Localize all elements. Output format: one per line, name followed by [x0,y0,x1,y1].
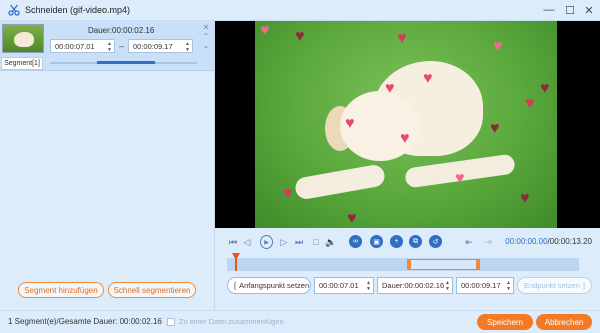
title-bar: Schneiden (gif-video.mp4) — ☐ ✕ [0,0,600,21]
copy-icon[interactable]: ⧉ [409,235,422,248]
play-icon[interactable]: ▶ [260,235,273,249]
add-icon[interactable]: + [390,235,403,248]
timeline-end-handle[interactable] [476,259,480,270]
bracket-right-icon: ] [582,281,585,290]
segment-card[interactable]: Segment[1] Dauer:00:00:02.16 00:00:07.01… [0,21,214,71]
segment-start-input[interactable]: 00:00:07.01 ▲ ▼ [50,39,115,53]
time-separator: – [119,41,125,51]
status-bar: 1 Segment(e)/Gesamte Dauer: 00:00:02.16 … [0,310,600,333]
merge-option[interactable]: Zu einer Datei zusammenfügen [167,317,284,326]
bracket-left-icon: [ [234,281,237,290]
segment-duration: Dauer:00:00:02.16 [88,26,155,35]
reset-icon[interactable]: ↺ [429,235,442,248]
volume-icon[interactable]: 🔈 [325,235,337,249]
timeline-track[interactable] [227,258,579,271]
video-frame: ♥ ♥ ♥ ♥ ♥ ♥ ♥ ♥ ♥ ♥ ♥ ♥ ♥ ♥ ♥ [255,21,557,228]
quick-segment-button[interactable]: Schnell segmentieren [108,282,196,298]
save-button[interactable]: Speichern [477,314,533,330]
chevron-up-icon[interactable]: ⌃ [201,32,211,41]
video-preview-area: ♥ ♥ ♥ ♥ ♥ ♥ ♥ ♥ ♥ ♥ ♥ ♥ ♥ ♥ ♥ [215,21,600,228]
skip-end-icon[interactable]: ⏭ [293,235,305,249]
stop-icon[interactable]: □ [310,235,322,249]
loop-icon[interactable]: ∞ [349,235,362,248]
save-frame-icon[interactable]: ▣ [370,235,383,248]
duration-input[interactable]: Dauer:00:00:02.16 ▲ ▼ [377,277,453,294]
scissors-icon [7,4,20,17]
window-title: Schneiden (gif-video.mp4) [25,5,131,15]
frame-in-icon[interactable]: ⇤ [463,235,475,249]
time-readout: 00:00:00.00/00:00:13.20 [505,237,592,246]
add-segment-button[interactable]: Segment hinzufügen [18,282,104,298]
segment-summary: 1 Segment(e)/Gesamte Dauer: 00:00:02.16 [8,317,162,326]
skip-start-icon[interactable]: ⏮ [227,235,239,249]
segment-panel: Segment[1] Dauer:00:00:02.16 00:00:07.01… [0,21,215,310]
time-fields: [Anfangspunkt setzen 00:00:07.01 ▲ ▼ Dauer… [227,277,592,294]
cancel-button[interactable]: Abbrechen [536,314,592,330]
merge-checkbox[interactable] [167,317,175,326]
segment-progress-track [50,61,197,64]
maximize-button[interactable]: ☐ [562,3,578,17]
close-button[interactable]: ✕ [581,3,597,17]
timeline-selection[interactable] [408,259,478,270]
segment-end-input[interactable]: 00:00:09.17 ▲ ▼ [128,39,193,53]
timeline-start-handle[interactable] [407,259,411,270]
stepper-icon[interactable]: ▲ ▼ [107,41,112,53]
segment-label: Segment[1] [1,57,43,70]
player-controls: ⏮ ◁ ▶ ▷ ⏭ □ 🔈 ∞ ▣ + ⧉ ↺ ⇤ ⇥ 00:00:00.00/… [227,233,592,251]
playhead-line [235,258,237,271]
frame-out-icon[interactable]: ⇥ [482,235,494,249]
chevron-down-icon[interactable]: ⌄ [201,41,211,50]
close-icon[interactable]: ✕ [201,23,211,32]
minimize-button[interactable]: — [541,3,557,17]
end-time-input[interactable]: 00:00:09.17 ▲ ▼ [456,277,514,294]
step-forward-icon[interactable]: ▷ [278,235,290,249]
merge-label: Zu einer Datei zusammenfügen [179,317,284,326]
segment-thumbnail [2,24,44,53]
segment-progress-fill [97,61,155,64]
step-back-icon[interactable]: ◁ [241,235,253,249]
set-start-button[interactable]: [Anfangspunkt setzen [227,277,311,294]
set-end-button[interactable]: Endpunkt setzen] [517,277,592,294]
start-time-input[interactable]: 00:00:07.01 ▲ ▼ [314,277,374,294]
stepper-icon[interactable]: ▲ ▼ [185,41,190,53]
